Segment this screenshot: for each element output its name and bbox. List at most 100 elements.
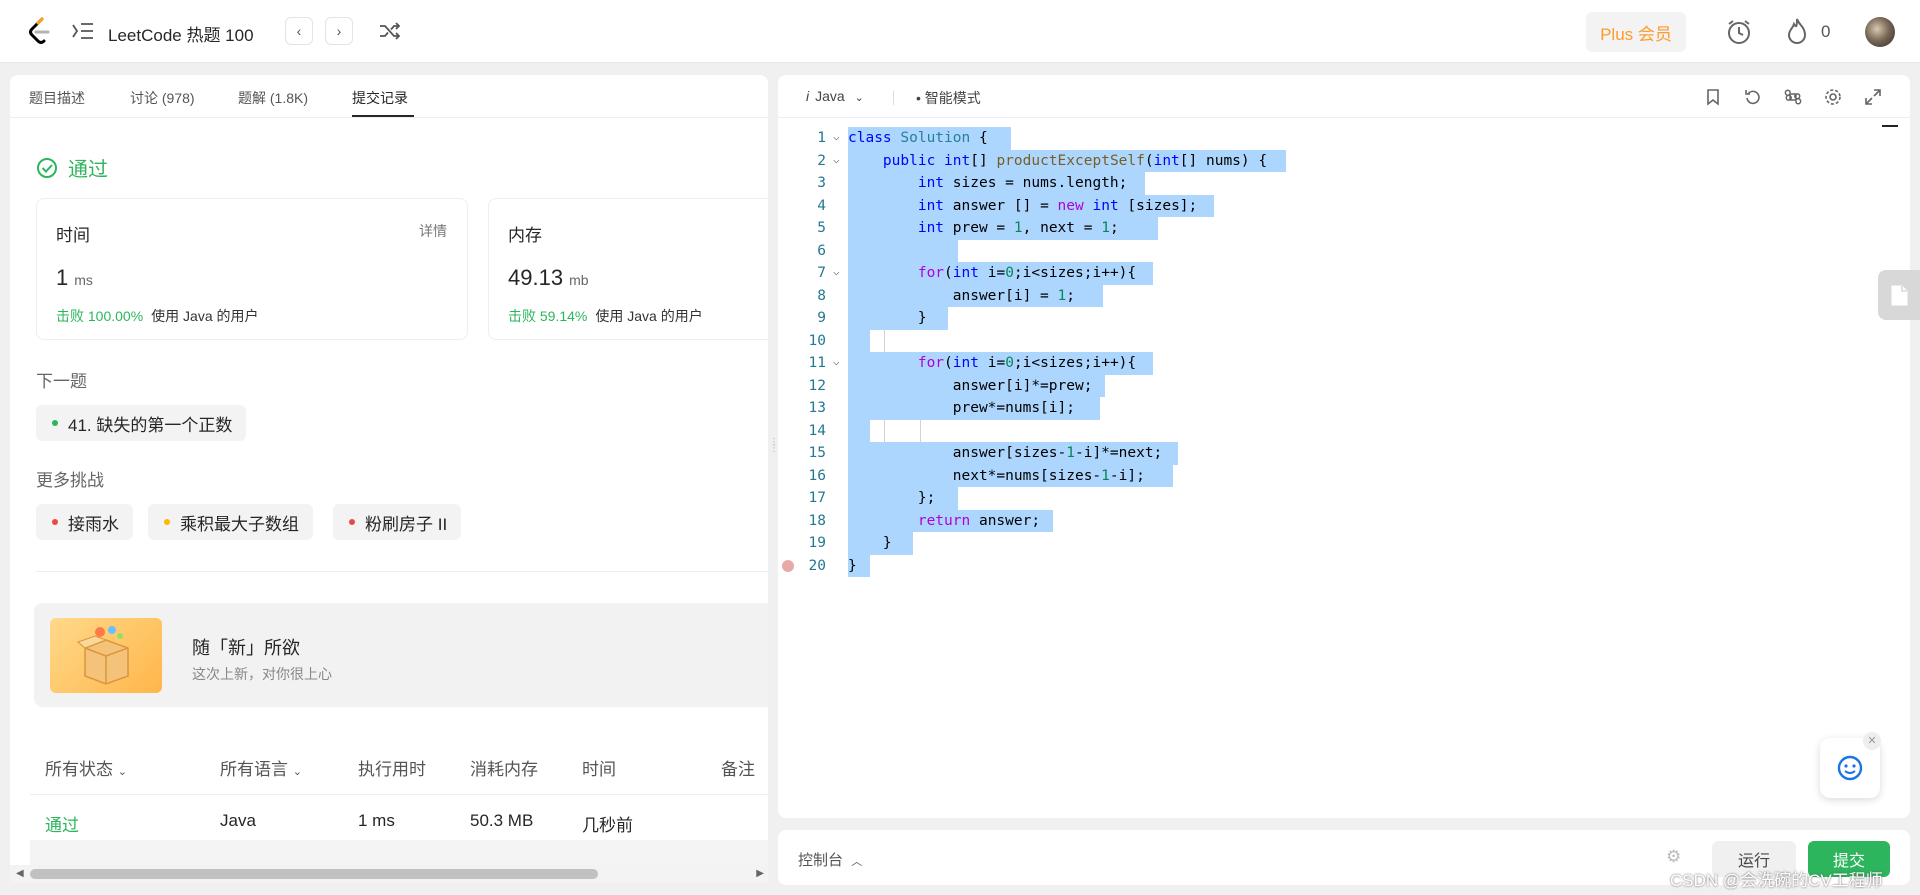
line-number: 10 — [808, 332, 826, 349]
close-icon[interactable]: ✕ — [1863, 732, 1881, 750]
runtime-value-row: 1 ms — [56, 265, 93, 291]
shuffle-icon[interactable] — [378, 20, 402, 42]
code-line[interactable]: 18 return answer; — [778, 509, 1910, 532]
alarm-clock-icon[interactable] — [1725, 18, 1753, 46]
code-line[interactable]: 4 int answer [] = new int [sizes]; — [778, 194, 1910, 217]
code-line[interactable]: 13 prew*=nums[i]; — [778, 397, 1910, 420]
code-line[interactable]: 3 int sizes = nums.length; — [778, 172, 1910, 195]
avatar[interactable] — [1865, 17, 1895, 47]
code-line[interactable]: 1 ⌵ class Solution { — [778, 127, 1910, 150]
fold-chevron-icon[interactable]: ⌵ — [833, 130, 847, 144]
smart-mode-toggle[interactable]: • 智能模式 — [916, 88, 981, 108]
promo-banner[interactable]: 随「新」所欲 这次上新，对你很上心 — [34, 603, 768, 707]
leetcode-logo-icon[interactable] — [28, 17, 52, 45]
memory-value-row: 49.13 mb — [508, 265, 589, 291]
scroll-right-arrow-icon[interactable]: ▶ — [756, 868, 764, 879]
bookmark-icon[interactable] — [1704, 88, 1722, 106]
language-selector[interactable]: i Java ⌄ — [806, 88, 864, 104]
row-status-link[interactable]: 通过 — [45, 811, 79, 836]
code-line[interactable]: 12 answer[i]*=prew; — [778, 374, 1910, 397]
next-problem-title: 41. 缺失的第一个正数 — [68, 415, 233, 435]
tab-solutions[interactable]: 题解 (1.8K) — [238, 88, 308, 108]
code-line[interactable]: 6 — [778, 239, 1910, 262]
toolbar-divider — [893, 91, 894, 105]
command-icon[interactable] — [1784, 88, 1802, 106]
side-notes-button[interactable] — [1878, 270, 1920, 320]
info-icon: i — [806, 88, 810, 104]
code-line[interactable]: 14 — [778, 419, 1910, 442]
code-text: int sizes = nums.length; — [917, 175, 1128, 191]
fire-icon[interactable] — [1785, 17, 1809, 45]
runtime-detail-link[interactable]: 详情 — [419, 221, 447, 241]
problem-list-icon[interactable] — [72, 22, 94, 40]
tab-submissions[interactable]: 提交记录 — [352, 88, 408, 108]
check-circle-icon — [37, 157, 57, 178]
row-runtime: 1 ms — [358, 811, 395, 830]
language-label: Java — [815, 88, 845, 104]
code-line[interactable]: 5 int prew = 1, next = 1; — [778, 217, 1910, 240]
fold-chevron-icon[interactable]: ⌵ — [833, 355, 847, 369]
tab-discussion[interactable]: 讨论 (978) — [130, 88, 195, 108]
row-time: 几秒前 — [582, 816, 633, 835]
difficulty-dot — [52, 519, 58, 525]
code-line[interactable]: 2 ⌵ public int[] productExceptSelf(int[] … — [778, 149, 1910, 172]
challenge-chip[interactable]: 接雨水 — [36, 504, 133, 540]
chevron-up-icon: ︿ — [851, 856, 863, 868]
code-area[interactable]: 1 ⌵ class Solution { 2 ⌵ public int[] produ… — [778, 127, 1910, 767]
runtime-card[interactable]: 时间 详情 1 ms 击败 100.00% 使用 Java 的用户 — [36, 198, 468, 340]
debug-icon[interactable]: ⚙ — [1666, 847, 1681, 867]
left-tab-bar: 题目描述 讨论 (978) 题解 (1.8K) 提交记录 — [10, 75, 768, 118]
fullscreen-icon[interactable] — [1864, 88, 1882, 106]
line-number: 1 — [817, 130, 826, 146]
challenge-chip[interactable]: 粉刷房子 II — [333, 504, 462, 540]
panel-resize-handle[interactable]: ⋮ ⋮ — [769, 438, 779, 460]
code-text: int answer [] = new int [sizes]; — [917, 197, 1198, 214]
left-panel: 题目描述 讨论 (978) 题解 (1.8K) 提交记录 通过 时间 详情 1m… — [10, 75, 768, 880]
column-header-memory: 消耗内存 — [470, 760, 538, 779]
line-number: 2 — [817, 152, 826, 169]
code-line[interactable]: 19 } — [778, 532, 1910, 555]
code-line[interactable]: 20} — [778, 554, 1910, 577]
plus-membership-button[interactable]: Plus 会员 — [1586, 12, 1686, 52]
top-bar: LeetCode 热题 100 ‹ › Plus 会员 0 — [0, 0, 1920, 63]
runtime-unit: ms — [74, 272, 93, 288]
code-text: } — [848, 310, 927, 326]
tab-description[interactable]: 题目描述 — [29, 88, 85, 108]
selection-highlight — [848, 419, 870, 442]
code-line[interactable]: 10 — [778, 329, 1910, 352]
code-line[interactable]: 11 ⌵ for(int i=0;i<sizes;i++){ — [778, 352, 1910, 375]
line-number: 17 — [808, 490, 826, 506]
smart-mode-label: 智能模式 — [924, 90, 981, 106]
difficulty-dot — [164, 519, 170, 525]
problem-list-title[interactable]: LeetCode 热题 100 — [108, 21, 254, 46]
language-filter-dropdown[interactable]: 所有语言 ⌄ — [220, 755, 302, 780]
code-text: answer[sizes-1-i]*=next; — [848, 445, 1163, 461]
prev-problem-button[interactable]: ‹ — [285, 17, 313, 45]
status-filter-dropdown[interactable]: 所有状态 ⌄ — [45, 755, 127, 780]
scrollbar-thumb[interactable] — [30, 869, 598, 879]
next-problem-chip[interactable]: 41. 缺失的第一个正数 — [36, 405, 247, 441]
console-toggle[interactable]: 控制台 ︿ — [798, 849, 862, 870]
memory-card[interactable]: 内存 49.13 mb 击败 59.14% 使用 Java 的用户 — [488, 198, 768, 340]
code-line[interactable]: 9 } — [778, 307, 1910, 330]
code-text: for(int i=0;i<sizes;i++){ — [917, 355, 1137, 371]
code-line[interactable]: 16 next*=nums[sizes-1-i]; — [778, 464, 1910, 487]
challenge-chip[interactable]: 乘积最大子数组 — [148, 504, 313, 540]
fold-chevron-icon[interactable]: ⌵ — [833, 265, 847, 279]
next-problem-button[interactable]: › — [325, 17, 353, 45]
reset-icon[interactable] — [1744, 88, 1762, 106]
column-header-notes: 备注 — [721, 760, 755, 779]
code-line[interactable]: 15 answer[sizes-1-i]*=next; — [778, 442, 1910, 465]
code-line[interactable]: 17 }; — [778, 487, 1910, 510]
line-number: 18 — [808, 512, 826, 529]
code-line[interactable]: 8 answer[i] = 1; — [778, 284, 1910, 307]
runtime-value: 1 — [56, 265, 69, 290]
settings-gear-icon[interactable] — [1824, 88, 1842, 106]
line-number: 3 — [817, 175, 826, 191]
scroll-left-arrow-icon[interactable]: ◀ — [16, 868, 24, 879]
fold-chevron-icon[interactable]: ⌵ — [833, 153, 847, 167]
horizontal-scrollbar[interactable]: ◀ ▶ — [10, 865, 768, 883]
code-line[interactable]: 7 ⌵ for(int i=0;i<sizes;i++){ — [778, 262, 1910, 285]
chevron-down-icon: ⌄ — [117, 766, 127, 778]
code-text: } — [848, 535, 892, 551]
